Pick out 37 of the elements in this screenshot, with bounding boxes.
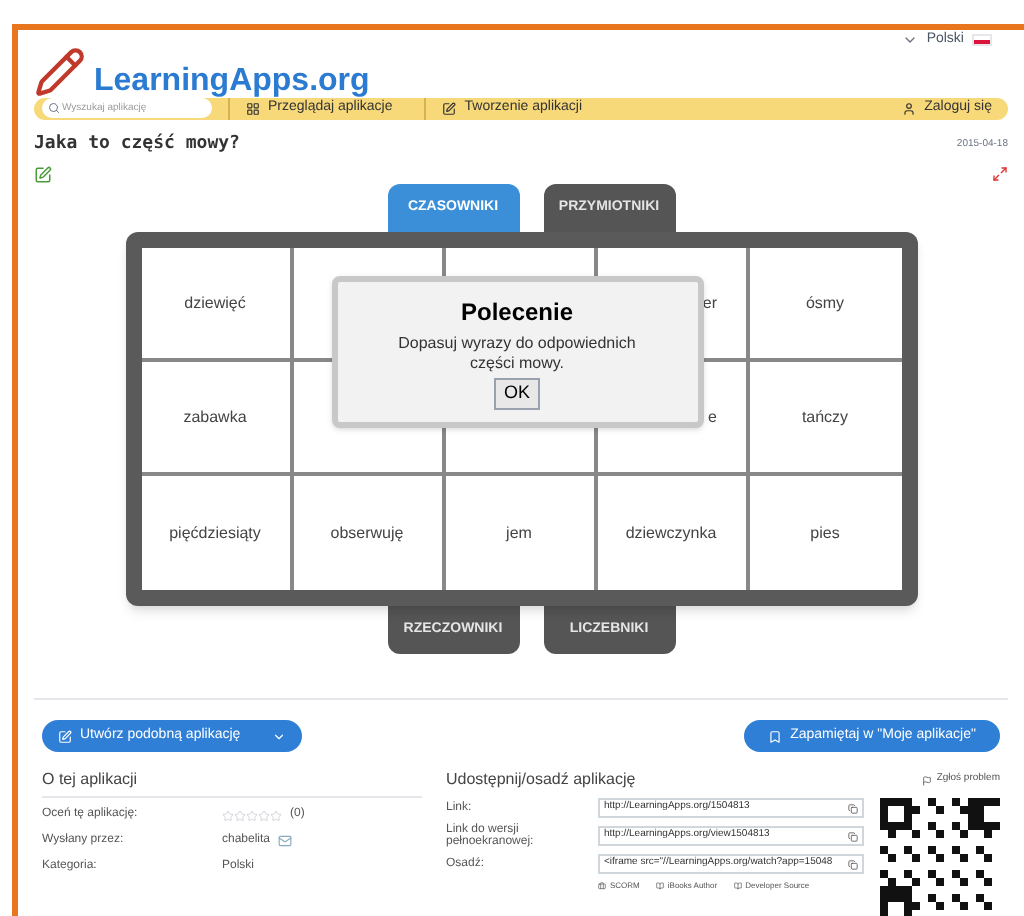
- dialog-message: Dopasuj wyrazy do odpowiednich części mowy.: [396, 334, 638, 374]
- app-title: Jaka to część mowy?: [34, 131, 240, 157]
- puzzle-piece[interactable]: tańczy: [749, 362, 901, 476]
- puzzle-piece[interactable]: ósmy: [749, 248, 901, 362]
- puzzle-piece[interactable]: pies: [749, 476, 901, 590]
- caret-icon: [272, 729, 287, 743]
- puzzle-piece[interactable]: obserwuję: [293, 476, 445, 590]
- logo-icon: [34, 46, 86, 98]
- search-icon: [48, 102, 60, 114]
- book-icon: [655, 882, 664, 890]
- flag-icon: [922, 775, 933, 785]
- logo-text: LearningApps.org: [94, 66, 370, 98]
- edit-icon: [58, 729, 72, 743]
- copy-icon: [848, 859, 858, 869]
- copy-icon: [848, 831, 858, 841]
- edit-icon: [442, 101, 457, 116]
- mail-icon: [278, 834, 293, 848]
- puzzle-piece[interactable]: pięćdziesiąty: [141, 476, 293, 590]
- puzzle-piece[interactable]: zabawka: [141, 362, 293, 476]
- dialog-title: Polecenie: [460, 296, 574, 330]
- edit-icon[interactable]: [34, 166, 52, 184]
- bookmark-icon: [768, 729, 783, 743]
- puzzle-piece[interactable]: jem: [445, 476, 597, 590]
- star-rating[interactable]: [222, 809, 282, 821]
- flag-icon: [972, 34, 992, 47]
- user-icon: [902, 101, 917, 116]
- puzzle-piece[interactable]: dziewczynka: [597, 476, 749, 590]
- section-heading: O tej aplikacji: [42, 768, 422, 798]
- qr-code-icon: [880, 798, 1000, 916]
- grid-icon: [246, 101, 260, 116]
- copy-icon: [848, 803, 858, 813]
- puzzle-piece[interactable]: dziewięć: [141, 248, 293, 362]
- fullscreen-icon[interactable]: [992, 166, 1008, 182]
- briefcase-icon: [598, 882, 606, 890]
- book-icon: [733, 882, 742, 890]
- ok-button[interactable]: OK: [493, 378, 540, 409]
- section-heading: Udostępnij/osadź aplikację: [446, 768, 636, 792]
